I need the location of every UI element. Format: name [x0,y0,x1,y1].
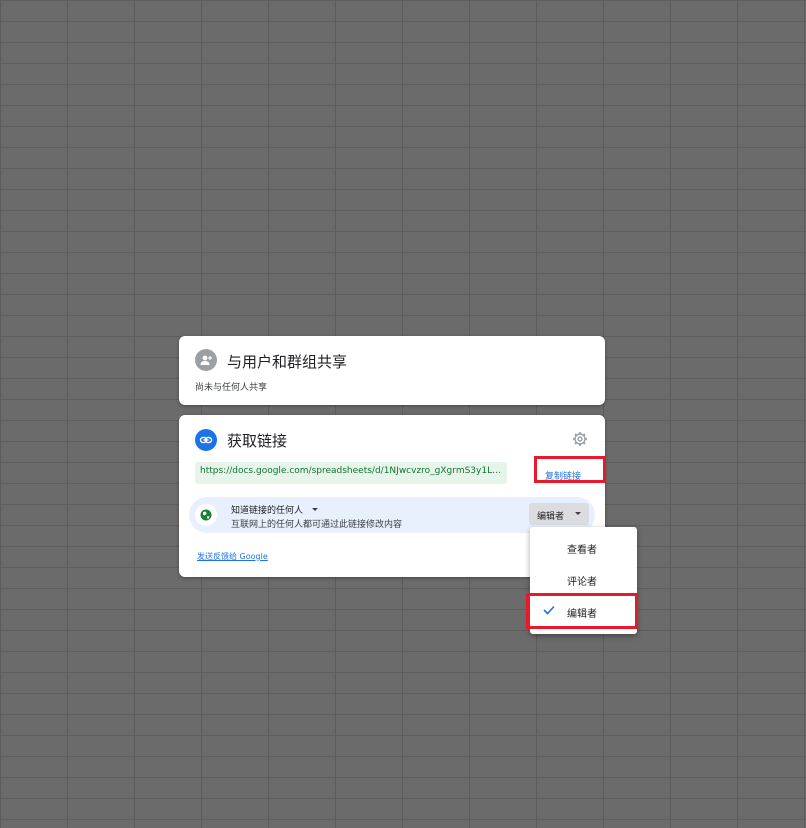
role-menu-item-commenter[interactable]: 评论者 [530,563,637,595]
link-icon [195,429,217,451]
role-dropdown-button[interactable]: 编辑者 [529,503,589,525]
role-menu-item-label: 查看者 [567,545,597,556]
link-url-text: https://docs.google.com/spreadsheets/d/1… [200,466,504,476]
role-menu-item-viewer[interactable]: 查看者 [530,531,637,563]
globe-icon [195,504,217,526]
get-link-title: 获取链接 [227,432,288,450]
share-with-people-card[interactable]: 与用户和群组共享 尚未与任何人共享 [179,336,605,405]
access-description: 互联网上的任何人都可通过此链接修改内容 [231,520,403,530]
share-card-title: 与用户和群组共享 [227,353,348,371]
access-scope-dropdown[interactable]: 知道链接的任何人 [231,503,318,516]
send-feedback-link[interactable]: 发送反馈给 Google [197,551,268,562]
caret-down-icon [311,508,318,511]
editor-item-highlight [526,593,638,629]
role-menu-item-label: 评论者 [567,577,597,588]
gear-icon[interactable] [572,431,588,447]
copy-link-highlight [534,456,606,483]
role-dropdown-label: 编辑者 [537,512,565,522]
add-person-icon [195,349,217,371]
link-url-field[interactable]: https://docs.google.com/spreadsheets/d/1… [195,462,507,484]
share-card-subtitle: 尚未与任何人共享 [195,383,268,393]
caret-down-icon [575,512,581,515]
access-scope-label: 知道链接的任何人 [231,506,304,516]
